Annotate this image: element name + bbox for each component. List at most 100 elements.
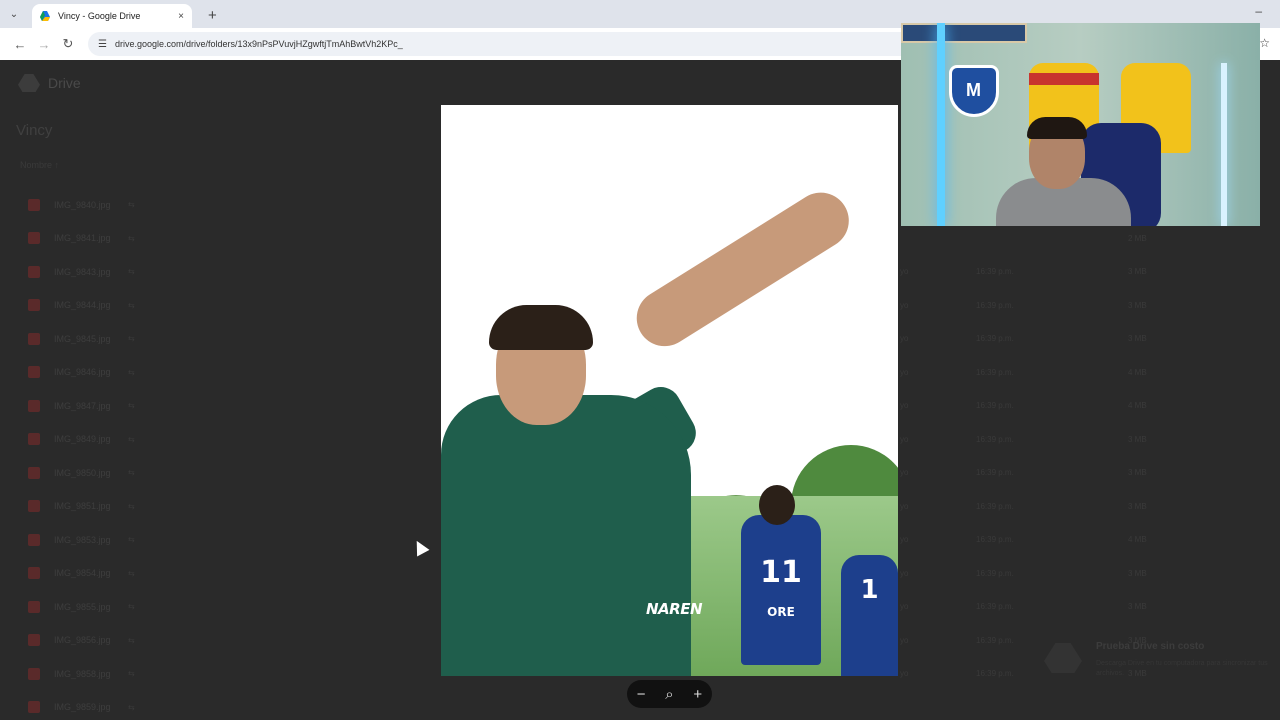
promo-title: Prueba Drive sin costo	[1096, 641, 1205, 652]
wall-frame	[901, 23, 1027, 43]
webcam-overlay: M	[901, 23, 1260, 226]
shared-icon: ⇆	[128, 334, 135, 343]
file-name: IMG_9840.jpg	[54, 199, 111, 210]
image-file-icon	[28, 265, 40, 278]
file-size: 3 MB	[1128, 300, 1147, 310]
minimize-icon[interactable]: –	[1255, 4, 1262, 18]
forward-icon[interactable]: →	[32, 37, 56, 52]
image-file-icon	[28, 332, 40, 345]
file-name: IMG_9858.jpg	[54, 668, 111, 679]
led-light-right	[1221, 63, 1227, 226]
shared-icon: ⇆	[128, 300, 135, 310]
file-name: IMG_9841.jpg	[54, 233, 111, 243]
file-owner: yo	[900, 568, 909, 578]
file-name: IMG_9849.jpg	[54, 434, 111, 444]
green-shirt	[441, 395, 691, 676]
shared-icon: ⇆	[128, 233, 135, 243]
shared-icon: ⇆	[128, 635, 135, 645]
file-modified: 16:39 p.m.	[976, 535, 1014, 544]
file-owner: yo	[900, 434, 909, 444]
file-owner: yo	[900, 334, 909, 343]
raised-arm	[626, 182, 860, 357]
player-head	[759, 485, 795, 525]
bookmark-star-icon[interactable]: ☆	[1259, 36, 1270, 50]
sort-by-name[interactable]: Nombre ↑	[20, 160, 59, 170]
file-name: IMG_9843.jpg	[54, 266, 111, 277]
promo-card: Prueba Drive sin costo Descarga Drive en…	[1040, 635, 1280, 695]
file-owner: yo	[900, 535, 909, 544]
shared-icon: ⇆	[128, 267, 135, 276]
file-size: 3 MB	[1128, 334, 1147, 343]
zoom-in-button[interactable]: +	[686, 686, 710, 703]
file-size: 4 MB	[1128, 535, 1147, 544]
image-file-icon	[28, 232, 40, 244]
file-size: 3 MB	[1128, 468, 1147, 477]
image-file-icon	[28, 500, 40, 512]
file-modified: 16:39 p.m.	[976, 568, 1014, 578]
reload-icon[interactable]: ↻	[56, 36, 80, 52]
file-owner: yo	[900, 367, 909, 377]
shared-icon: ⇆	[128, 434, 135, 444]
file-name: IMG_9846.jpg	[54, 367, 111, 377]
shared-icon: ⇆	[128, 535, 135, 544]
file-modified: 16:39 p.m.	[976, 367, 1014, 377]
site-info-icon[interactable]: ☰	[98, 39, 107, 50]
image-file-icon	[28, 533, 40, 546]
file-name: IMG_9851.jpg	[54, 501, 111, 511]
drive-logo: Drive	[18, 74, 81, 92]
file-modified: 16:39 p.m.	[976, 300, 1014, 310]
led-light-left	[937, 23, 945, 226]
file-owner: yo	[900, 602, 909, 611]
shared-icon: ⇆	[128, 501, 135, 511]
tab-title: Vincy - Google Drive	[58, 11, 141, 21]
close-tab-icon[interactable]: ×	[178, 11, 184, 22]
crest-letter: M	[966, 80, 981, 100]
file-modified: 16:39 p.m.	[976, 635, 1014, 645]
shared-icon: ⇆	[128, 367, 135, 377]
shared-icon: ⇆	[128, 702, 135, 712]
file-size: 3 MB	[1128, 602, 1147, 611]
player-1: 1	[841, 555, 898, 676]
player-number: 1	[860, 575, 879, 605]
promo-text: Descarga Drive en tu computadora para si…	[1096, 660, 1268, 677]
zoom-reset-icon[interactable]: ⌕	[657, 686, 681, 703]
player-name: ORE	[767, 605, 795, 619]
streamer-hair	[1027, 117, 1087, 139]
back-icon[interactable]: ←	[8, 37, 32, 52]
file-owner: yo	[900, 501, 909, 511]
jersey-stripe	[1029, 73, 1099, 85]
file-modified: 16:39 p.m.	[976, 267, 1014, 276]
file-owner: yo	[900, 401, 909, 410]
person-hair	[489, 305, 593, 350]
tab-list-icon[interactable]: ⌄	[6, 6, 22, 22]
file-owner: yo	[900, 635, 909, 645]
file-modified: 16:39 p.m.	[976, 334, 1014, 343]
file-name: IMG_9854.jpg	[54, 568, 111, 578]
image-file-icon	[28, 198, 40, 211]
folder-title: Vincy	[16, 122, 53, 139]
file-size: 2 MB	[1128, 233, 1147, 243]
file-modified: 16:39 p.m.	[976, 401, 1014, 410]
file-name: IMG_9859.jpg	[54, 702, 111, 712]
file-modified: 16:39 p.m.	[976, 434, 1014, 444]
file-name: IMG_9853.jpg	[54, 534, 111, 545]
file-size: 3 MB	[1128, 568, 1147, 578]
shared-icon: ⇆	[128, 200, 135, 209]
file-name: IMG_9855.jpg	[54, 601, 111, 612]
url-text: drive.google.com/drive/folders/13x9nPsPV…	[114, 39, 403, 49]
player-number: 11	[760, 555, 802, 590]
image-file-icon	[28, 299, 40, 311]
shared-icon: ⇆	[128, 568, 135, 578]
image-file-icon	[28, 399, 40, 412]
drive-promo-icon	[1044, 643, 1082, 673]
shared-icon: ⇆	[128, 401, 135, 410]
google-drive-icon	[40, 11, 50, 21]
tab-drive[interactable]: Vincy - Google Drive ×	[32, 4, 192, 28]
file-name: IMG_9845.jpg	[54, 333, 111, 344]
zoom-out-button[interactable]: −	[629, 686, 653, 703]
image-file-icon	[28, 667, 40, 680]
image-file-icon	[28, 466, 40, 479]
drive-app-name: Drive	[48, 75, 81, 91]
new-tab-button[interactable]: +	[208, 7, 217, 24]
image-preview: 11 ORE 1 NAREN	[441, 105, 898, 676]
